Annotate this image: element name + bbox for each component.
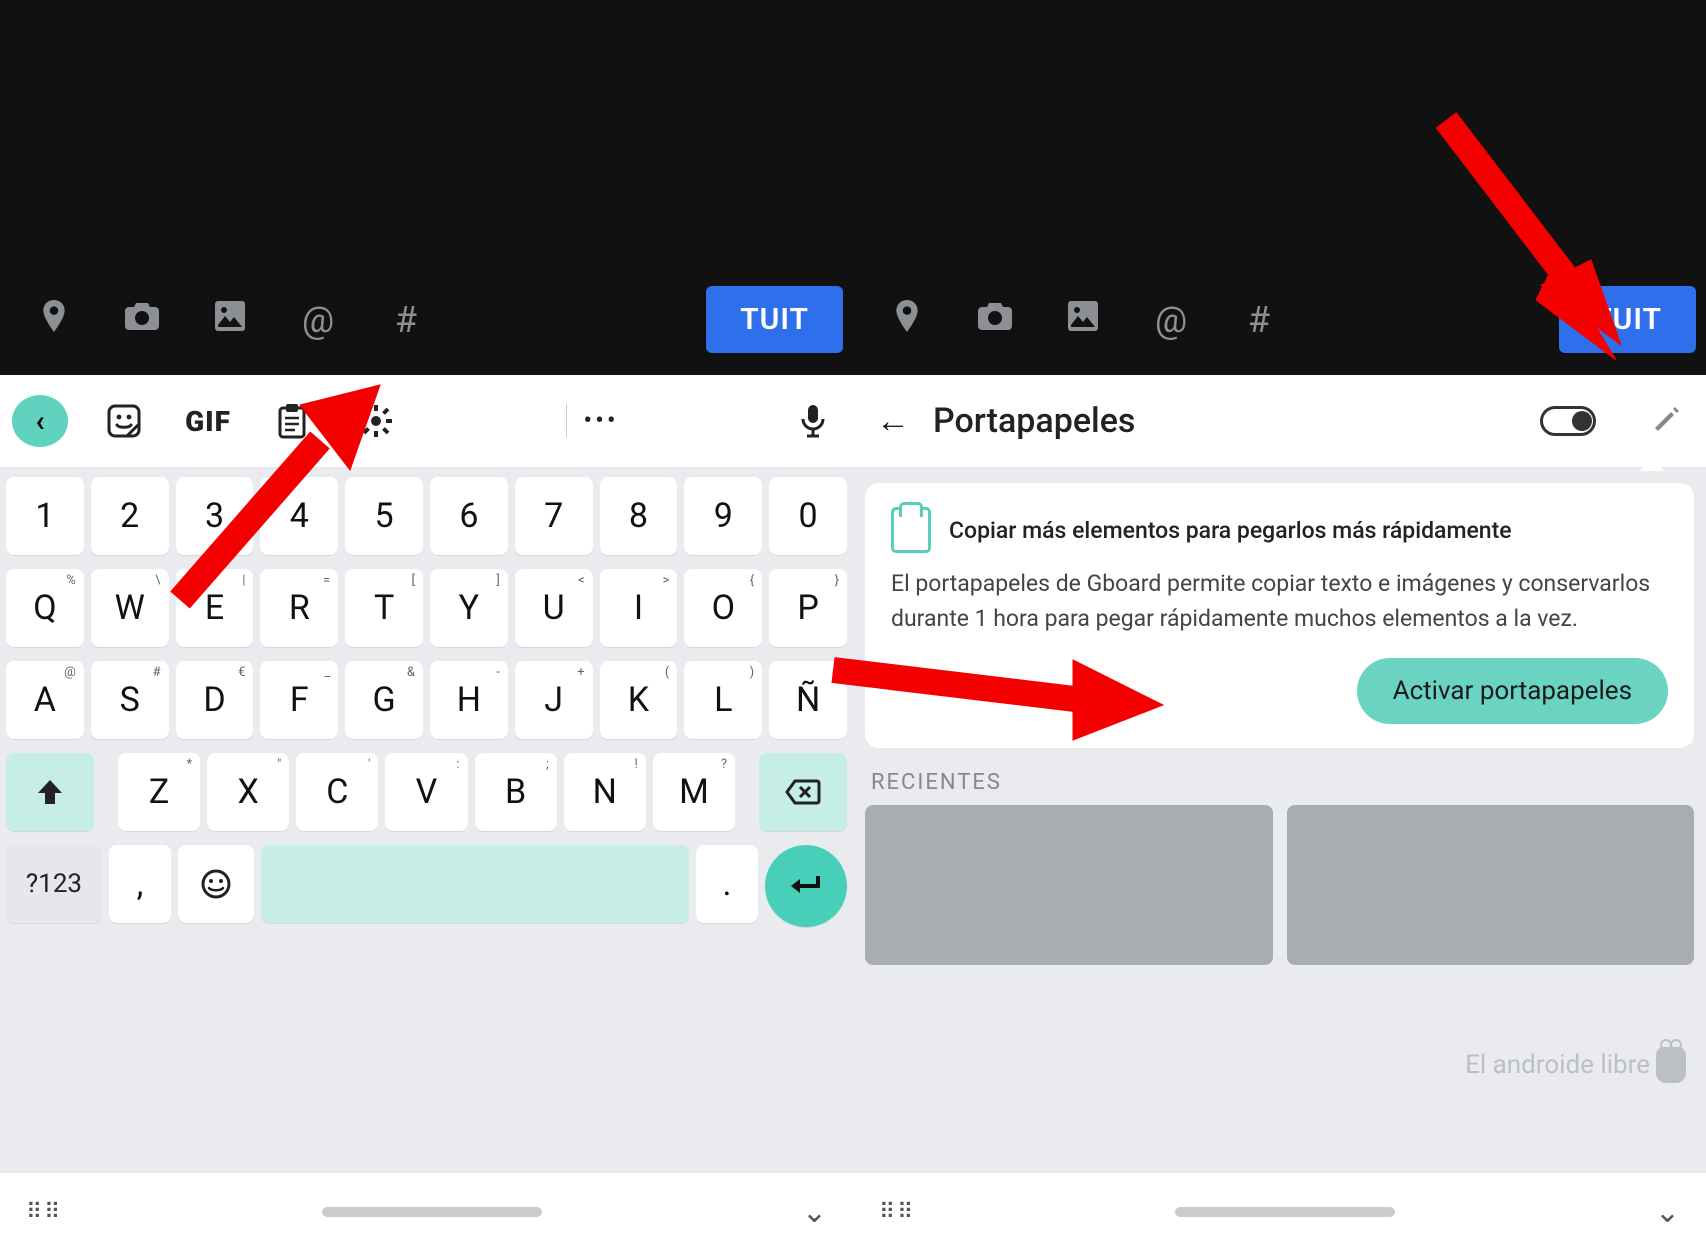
card-title: Copiar más elementos para pegarlos más r… bbox=[949, 517, 1512, 544]
key-x[interactable]: X" bbox=[207, 753, 289, 831]
compose-area-right: @ # TUIT bbox=[853, 0, 1706, 375]
camera-icon[interactable] bbox=[98, 302, 186, 338]
back-button[interactable]: ‹ bbox=[12, 395, 68, 447]
key-d[interactable]: D€ bbox=[176, 661, 254, 739]
key-row-4: Z* X" C' V: B; N! M? bbox=[6, 753, 847, 831]
emoji-key[interactable] bbox=[178, 845, 254, 923]
shift-key[interactable] bbox=[6, 753, 94, 831]
backspace-key[interactable] bbox=[759, 753, 847, 831]
tweet-button[interactable]: TUIT bbox=[1559, 286, 1696, 353]
keyboard-switch-icon[interactable]: ⠿⠿ bbox=[879, 1200, 915, 1225]
clipboard-toggle[interactable] bbox=[1540, 406, 1596, 436]
hashtag-icon[interactable]: # bbox=[362, 299, 450, 341]
clipboard-card-icon bbox=[891, 507, 931, 553]
nav-bar: ⠿⠿ ⌄ bbox=[853, 1173, 1706, 1251]
key-3[interactable]: 3 bbox=[176, 477, 254, 555]
space-key[interactable] bbox=[261, 845, 689, 923]
left-screenshot: @ # TUIT ‹ GIF ••• 1 2 bbox=[0, 0, 853, 1251]
key-z[interactable]: Z* bbox=[118, 753, 200, 831]
settings-icon[interactable] bbox=[348, 393, 404, 449]
key-y[interactable]: Y] bbox=[430, 569, 508, 647]
key-4[interactable]: 4 bbox=[260, 477, 338, 555]
clipboard-header: ← Portapapeles bbox=[853, 375, 1706, 467]
back-icon[interactable]: ← bbox=[865, 393, 921, 449]
key-r[interactable]: R= bbox=[260, 569, 338, 647]
nav-bar: ⠿⠿ ⌄ bbox=[0, 1173, 853, 1251]
compose-area: @ # TUIT bbox=[0, 0, 853, 375]
mention-icon[interactable]: @ bbox=[274, 299, 362, 341]
key-e[interactable]: E| bbox=[176, 569, 254, 647]
clipboard-icon[interactable] bbox=[264, 393, 320, 449]
tweet-button[interactable]: TUIT bbox=[706, 286, 843, 353]
key-i[interactable]: I> bbox=[600, 569, 678, 647]
card-description: El portapapeles de Gboard permite copiar… bbox=[891, 567, 1668, 636]
key-v[interactable]: V: bbox=[385, 753, 467, 831]
home-indicator[interactable] bbox=[322, 1207, 542, 1217]
symbols-key[interactable]: ?123 bbox=[6, 845, 102, 923]
hide-keyboard-icon[interactable]: ⌄ bbox=[1655, 1195, 1680, 1230]
key-s[interactable]: S# bbox=[91, 661, 169, 739]
gallery-icon[interactable] bbox=[186, 301, 274, 339]
recent-item[interactable] bbox=[865, 805, 1273, 965]
key-1[interactable]: 1 bbox=[6, 477, 84, 555]
enter-key[interactable] bbox=[765, 845, 847, 927]
recent-item[interactable] bbox=[1287, 805, 1695, 965]
key-t[interactable]: T[ bbox=[345, 569, 423, 647]
key-g[interactable]: G& bbox=[345, 661, 423, 739]
key-enye[interactable]: Ñ/ bbox=[769, 661, 847, 739]
hide-keyboard-icon[interactable]: ⌄ bbox=[802, 1195, 827, 1230]
key-2[interactable]: 2 bbox=[91, 477, 169, 555]
gallery-icon[interactable] bbox=[1039, 301, 1127, 339]
gif-button[interactable]: GIF bbox=[180, 393, 236, 449]
key-row-2: Q% W\ E| R= T[ Y] U< I> O{ P} bbox=[6, 569, 847, 647]
more-icon[interactable]: ••• bbox=[573, 393, 629, 449]
key-row-5: ?123 , . bbox=[6, 845, 847, 927]
key-l[interactable]: L) bbox=[684, 661, 762, 739]
key-k[interactable]: K( bbox=[600, 661, 678, 739]
edit-icon[interactable] bbox=[1638, 393, 1694, 449]
keyboard: 1 2 3 4 5 6 7 8 9 0 Q% W\ E| R= T[ Y] U<… bbox=[0, 467, 853, 1173]
location-icon[interactable] bbox=[10, 300, 98, 340]
clipboard-info-card: Copiar más elementos para pegarlos más r… bbox=[865, 483, 1694, 748]
key-7[interactable]: 7 bbox=[515, 477, 593, 555]
gboard-toolbar: ‹ GIF ••• bbox=[0, 375, 853, 467]
mention-icon[interactable]: @ bbox=[1127, 299, 1215, 341]
key-9[interactable]: 9 bbox=[684, 477, 762, 555]
key-c[interactable]: C' bbox=[296, 753, 378, 831]
recent-items bbox=[865, 805, 1694, 965]
key-6[interactable]: 6 bbox=[430, 477, 508, 555]
key-f[interactable]: F_ bbox=[260, 661, 338, 739]
right-screenshot: @ # TUIT ← Portapapeles Copiar más eleme… bbox=[853, 0, 1706, 1251]
sticker-icon[interactable] bbox=[96, 393, 152, 449]
key-h[interactable]: H- bbox=[430, 661, 508, 739]
key-n[interactable]: N! bbox=[564, 753, 646, 831]
period-key[interactable]: . bbox=[696, 845, 758, 923]
key-row-3: A@ S# D€ F_ G& H- J+ K( L) Ñ/ bbox=[6, 661, 847, 739]
key-u[interactable]: U< bbox=[515, 569, 593, 647]
mic-icon[interactable] bbox=[785, 393, 841, 449]
key-j[interactable]: J+ bbox=[515, 661, 593, 739]
key-p[interactable]: P} bbox=[769, 569, 847, 647]
key-m[interactable]: M? bbox=[653, 753, 735, 831]
key-8[interactable]: 8 bbox=[600, 477, 678, 555]
activate-clipboard-button[interactable]: Activar portapapeles bbox=[1357, 658, 1668, 724]
key-a[interactable]: A@ bbox=[6, 661, 84, 739]
watermark: El androide libre bbox=[1465, 1047, 1686, 1083]
key-0[interactable]: 0 bbox=[769, 477, 847, 555]
recent-label: RECIENTES bbox=[871, 770, 1690, 795]
key-5[interactable]: 5 bbox=[345, 477, 423, 555]
key-q[interactable]: Q% bbox=[6, 569, 84, 647]
key-w[interactable]: W\ bbox=[91, 569, 169, 647]
location-icon[interactable] bbox=[863, 300, 951, 340]
home-indicator[interactable] bbox=[1175, 1207, 1395, 1217]
key-o[interactable]: O{ bbox=[684, 569, 762, 647]
clipboard-body: Copiar más elementos para pegarlos más r… bbox=[853, 467, 1706, 1173]
camera-icon[interactable] bbox=[951, 302, 1039, 338]
keyboard-switch-icon[interactable]: ⠿⠿ bbox=[26, 1200, 62, 1225]
clipboard-title: Portapapeles bbox=[933, 401, 1135, 441]
key-row-1: 1 2 3 4 5 6 7 8 9 0 bbox=[6, 477, 847, 555]
comma-key[interactable]: , bbox=[109, 845, 171, 923]
key-b[interactable]: B; bbox=[475, 753, 557, 831]
hashtag-icon[interactable]: # bbox=[1215, 299, 1303, 341]
